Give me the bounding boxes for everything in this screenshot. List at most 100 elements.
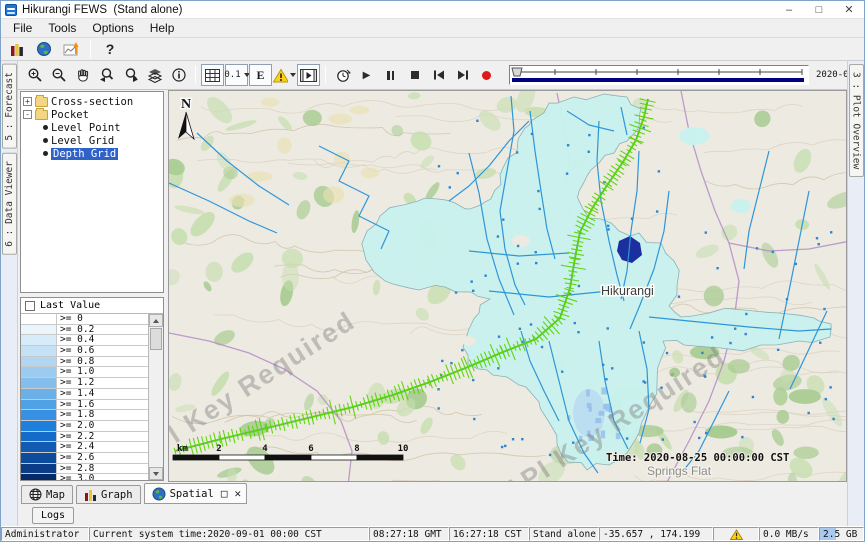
- main-toolbar: ?: [1, 38, 864, 61]
- minimize-button[interactable]: –: [774, 1, 804, 18]
- globe-icon: [152, 487, 166, 501]
- folder-icon: [35, 110, 48, 120]
- map-label-hikurangi: Hikurangi: [601, 284, 654, 298]
- time-slider-thumb[interactable]: [512, 68, 522, 76]
- step-forward-button[interactable]: [451, 64, 474, 86]
- menu-file[interactable]: File: [5, 21, 40, 35]
- scroll-down-icon[interactable]: [149, 467, 163, 480]
- tree-item-level-grid[interactable]: Level Grid: [23, 134, 161, 147]
- right-dock-strip: 3 : Plot Overview: [847, 61, 864, 526]
- app-logo-icon: [5, 4, 17, 16]
- time-span-bar: [512, 78, 804, 82]
- svg-text:8: 8: [354, 444, 359, 454]
- chevron-down-icon: [290, 73, 296, 77]
- map-canvas[interactable]: API Key Required API Key Required Hikura…: [168, 90, 847, 482]
- status-warning[interactable]: [713, 527, 759, 541]
- legend-row[interactable]: >= 3.0: [21, 474, 148, 480]
- status-memory: 2.5 GB: [819, 527, 864, 541]
- thresholds-warning-dropdown[interactable]: [273, 64, 296, 86]
- contour-interval-dropdown[interactable]: 0.1: [225, 64, 248, 86]
- tree-item-depth-grid[interactable]: Depth Grid: [23, 147, 161, 160]
- legend-panel: Last Value >= 0>= 0.2>= 0.4>= 0.6>= 0.8>…: [20, 297, 164, 481]
- tree-item-level-point[interactable]: Level Point: [23, 121, 161, 134]
- title-bar: Hikurangi FEWS (Stand alone) – □ ✕: [1, 1, 864, 19]
- last-value-label: Last Value: [40, 300, 100, 311]
- stop-button[interactable]: [403, 64, 426, 86]
- last-value-checkbox[interactable]: [25, 301, 35, 311]
- layer-tree: + Cross-section - Pocket Level Point: [20, 91, 164, 293]
- status-mode: Stand alone: [529, 527, 599, 541]
- map-time-stamp: Time: 2020-08-25 00:00:00 CST: [606, 452, 789, 464]
- zoom-in-icon[interactable]: [23, 64, 46, 86]
- warning-icon: [730, 529, 743, 540]
- grid-toggle-icon[interactable]: [201, 64, 224, 86]
- svg-text:10: 10: [398, 444, 409, 454]
- dock-tab-forecast[interactable]: 5 : Forecast: [2, 64, 17, 149]
- dock-tab-data-viewer[interactable]: 6 : Data Viewer: [2, 153, 17, 255]
- status-bar: Administrator Current system time:2020-0…: [1, 526, 864, 541]
- maximize-button[interactable]: □: [804, 1, 834, 18]
- status-coordinates: -35.657 , 174.199: [599, 527, 713, 541]
- animation-movie-icon[interactable]: [297, 64, 320, 86]
- layers-panel: + Cross-section - Pocket Level Point: [18, 90, 164, 482]
- status-user: Administrator: [1, 527, 89, 541]
- dock-tab-plot-overview[interactable]: 3 : Plot Overview: [849, 64, 864, 177]
- wire-globe-icon: [29, 488, 42, 501]
- play-button[interactable]: ▶: [355, 64, 378, 86]
- node-bullet-icon: [43, 138, 48, 143]
- restore-panel-icon[interactable]: □: [221, 487, 228, 500]
- labels-toggle[interactable]: E: [249, 64, 272, 86]
- expand-icon[interactable]: +: [23, 97, 32, 106]
- help-icon[interactable]: ?: [98, 39, 122, 59]
- tree-item-pocket[interactable]: - Pocket: [23, 108, 161, 121]
- close-button[interactable]: ✕: [834, 1, 864, 18]
- scrollbar-thumb[interactable]: [150, 328, 162, 350]
- pan-hand-icon[interactable]: [71, 64, 94, 86]
- node-bullet-icon: [43, 125, 48, 130]
- svg-text:6: 6: [308, 444, 313, 454]
- status-network: 0.0 MB/s: [759, 527, 819, 541]
- menu-options[interactable]: Options: [84, 21, 141, 35]
- svg-text:4: 4: [262, 444, 268, 454]
- time-slider[interactable]: [509, 65, 809, 85]
- svg-text:N: N: [181, 97, 191, 112]
- menu-help[interactable]: Help: [142, 21, 183, 35]
- menu-tools[interactable]: Tools: [40, 21, 84, 35]
- collapse-icon[interactable]: -: [23, 110, 32, 119]
- legend-row[interactable]: >= 1.4: [21, 389, 148, 400]
- legend-scrollbar[interactable]: [149, 314, 163, 480]
- map-globe-icon[interactable]: [32, 39, 56, 59]
- status-local-time: 16:27:18 CST: [449, 527, 529, 541]
- bar-chart-icon: [84, 489, 97, 501]
- status-system-time: Current system time:2020-09-01 00:00 CST: [89, 527, 369, 541]
- tab-map[interactable]: Map: [21, 485, 73, 504]
- svg-text:2: 2: [216, 444, 221, 454]
- tab-graph[interactable]: Graph: [76, 485, 141, 504]
- timestep-clock-icon[interactable]: [331, 64, 354, 86]
- logs-row: Logs: [18, 505, 847, 526]
- step-back-button[interactable]: [427, 64, 450, 86]
- map-toolbar: 0.1 E ▶: [18, 61, 847, 90]
- record-button[interactable]: [475, 64, 498, 86]
- status-gmt-time: 08:27:18 GMT: [369, 527, 449, 541]
- map-label-springs-flat: Springs Flat: [647, 464, 712, 478]
- bottom-tab-bar: Map Graph Spatial □ ✕: [18, 482, 847, 505]
- database-icon[interactable]: [5, 39, 29, 59]
- layers-icon[interactable]: [143, 64, 166, 86]
- contour-interval-value: 0.1: [224, 70, 240, 80]
- legend-classes-list: >= 0>= 0.2>= 0.4>= 0.6>= 0.8>= 1.0>= 1.2…: [21, 314, 149, 480]
- zoom-out-icon[interactable]: [47, 64, 70, 86]
- scroll-up-icon[interactable]: [149, 314, 163, 327]
- folder-icon: [35, 97, 48, 107]
- legend-row[interactable]: >= 2.0: [21, 421, 148, 432]
- tab-spatial[interactable]: Spatial □ ✕: [144, 483, 248, 504]
- zoom-previous-icon[interactable]: [95, 64, 118, 86]
- logs-button[interactable]: Logs: [32, 507, 74, 524]
- close-panel-icon[interactable]: ✕: [234, 487, 241, 500]
- app-window: Hikurangi FEWS (Stand alone) – □ ✕ File …: [0, 0, 865, 542]
- tree-item-cross-section[interactable]: + Cross-section: [23, 95, 161, 108]
- info-icon[interactable]: [167, 64, 190, 86]
- zoom-next-icon[interactable]: [119, 64, 142, 86]
- pause-button[interactable]: [379, 64, 402, 86]
- timeseries-display-icon[interactable]: [59, 39, 83, 59]
